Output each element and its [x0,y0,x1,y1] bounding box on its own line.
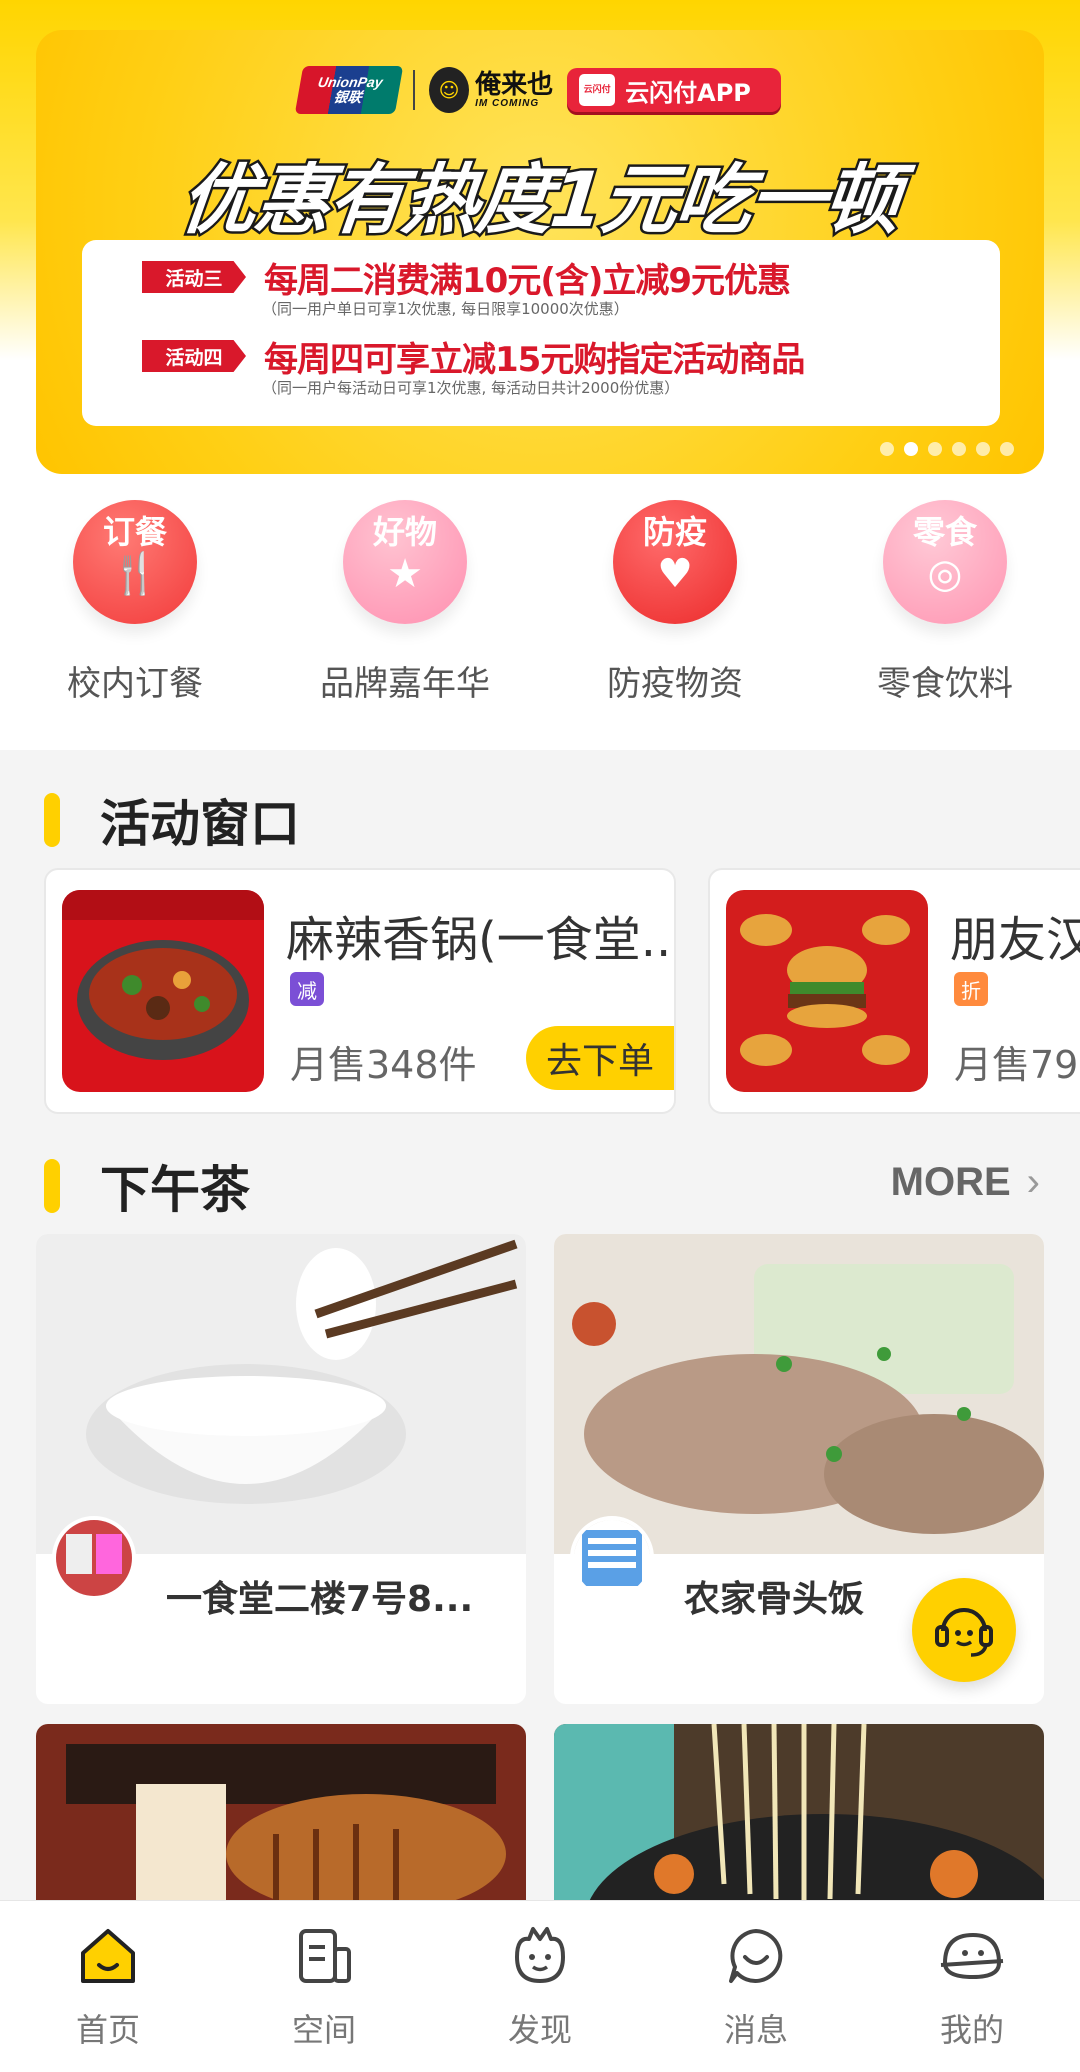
shop-name: 农家骨头饭 [684,1579,865,1620]
monthly-sales: 月售794 [954,1043,1080,1087]
shop-cover-image [36,1234,526,1554]
shop-cover-image [554,1234,1044,1554]
imcoming-logo-cn: 俺来也 [475,69,554,100]
shop-card[interactable] [554,1724,1044,1924]
offer-tag: 活动四 [142,340,246,372]
profile-icon [940,1932,1004,1980]
tab-label: 空间 [291,2011,356,2049]
category-label: 防疫物资 [607,664,743,704]
logo-divider [413,70,416,110]
discount-badge: 减 [290,972,324,1006]
category-icon-text: 好物 [372,513,437,551]
shop-image [726,890,928,1092]
star-icon: 好物 ★ [343,500,467,624]
tab-label: 我的 [939,2011,1004,2049]
shop-name: 麻辣香锅(一食堂... [286,912,676,968]
offer-text: 每周四可享立减15元购指定活动商品 [264,339,805,380]
heart-icon: 防疫 ♥ [613,500,737,624]
tab-label: 发现 [507,2011,572,2049]
offer-tag: 活动三 [142,261,246,293]
discount-badge: 折 [954,972,988,1006]
ysf-app-label: 云闪付APP [625,78,751,107]
monthly-sales: 月售348件 [290,1043,477,1087]
carousel-dot[interactable] [880,442,894,456]
category-icon-text: 订餐 [102,513,167,551]
chevron-right-icon: › [1026,1160,1040,1204]
unionpay-logo-cn: 银联 [332,89,364,105]
cutlery-icon: 订餐 🍴 [73,500,197,624]
imcoming-logo: ☺ 俺来也 IM COMING [429,67,553,113]
offer-text: 每周二消费满10元(含)立减9元优惠 [264,260,791,301]
ysf-mini-icon: 云闪付 [579,74,616,106]
shop-card[interactable]: 一食堂二楼7号8... [36,1234,526,1704]
section-title: 活动窗口 [100,795,300,853]
order-button[interactable]: 去下单 [526,1026,674,1090]
unionpay-logo-en: UnionPay [316,73,385,90]
shop-card[interactable] [36,1724,526,1924]
headset-icon [935,1608,993,1657]
banner-headline: 优惠有热度1元吃一顿 [174,153,905,247]
tab-label: 消息 [723,2011,788,2049]
shop-cover-image [554,1724,1044,1924]
message-icon [729,1929,783,1983]
category-snacks-drinks[interactable]: 零食 ◎ 零食饮料 [810,500,1080,750]
activity-carousel[interactable]: 麻辣香锅(一食堂... 减 月售348件 去下单 朋友汉 折 月售79 [44,868,1080,1114]
activity-section-header: 活动窗口 [44,790,300,853]
tea-section-header: 下午茶 [44,1156,250,1219]
tab-profile[interactable]: 我的 [864,1901,1080,2072]
app-screen: UnionPay 银联 ☺ 俺来也 IM COMING 云闪付 云闪付APP 优… [0,0,1080,2072]
category-icon-text: 防疫 [642,513,707,551]
category-label: 品牌嘉年华 [320,664,490,704]
offer-row: 活动三 每周二消费满10元(含)立减9元优惠 [142,258,1000,301]
more-link[interactable]: MORE › [891,1160,1040,1205]
shop-image [62,890,264,1092]
tab-discover[interactable]: 发现 [432,1901,648,2072]
donut-icon: 零食 ◎ [883,500,1007,624]
category-brand-carnival[interactable]: 好物 ★ 品牌嘉年华 [270,500,540,750]
section-title: 下午茶 [100,1161,250,1219]
more-label: MORE [890,1160,1011,1204]
promo-banner[interactable]: UnionPay 银联 ☺ 俺来也 IM COMING 云闪付 云闪付APP 优… [36,30,1044,474]
category-label: 零食饮料 [877,664,1013,704]
bottom-tab-bar: 首页 空间 发现 消息 我的 [0,1900,1080,2072]
carousel-dot[interactable] [904,442,918,456]
category-icon-text: 零食 [912,513,977,551]
customer-service-button[interactable] [912,1578,1016,1682]
banner-logos: UnionPay 银联 ☺ 俺来也 IM COMING 云闪付 云闪付APP [36,60,1044,120]
offer-note: （同一用户每活动日可享1次优惠, 每活动日共计2000份优惠） [262,379,680,397]
carousel-dot[interactable] [928,442,942,456]
discover-icon [515,1927,565,1983]
offer-row: 活动四 每周四可享立减15元购指定活动商品 [142,337,1000,380]
tab-messages[interactable]: 消息 [648,1901,864,2072]
shop-cover-image [36,1724,526,1924]
tab-label: 首页 [75,2011,140,2049]
home-icon [81,1929,135,1983]
activity-card[interactable]: 朋友汉 折 月售794 [708,868,1080,1114]
tab-home[interactable]: 首页 [0,1901,216,2072]
carousel-dot[interactable] [976,442,990,456]
unionpay-logo: UnionPay 银联 [294,66,404,114]
category-epidemic-supplies[interactable]: 防疫 ♥ 防疫物资 [540,500,810,750]
carousel-dot[interactable] [952,442,966,456]
tab-space[interactable]: 空间 [216,1901,432,2072]
space-icon [299,1929,351,1983]
offer-box: 活动三 每周二消费满10元(含)立减9元优惠 （同一用户单日可享1次优惠, 每日… [82,240,1000,426]
section-accent-bar [44,1159,60,1213]
activity-card[interactable]: 麻辣香锅(一食堂... 减 月售348件 去下单 [44,868,676,1114]
category-campus-dining[interactable]: 订餐 🍴 校内订餐 [0,500,270,750]
carousel-dot[interactable] [1000,442,1014,456]
shop-name: 一食堂二楼7号8... [166,1579,474,1620]
ysf-app-logo: 云闪付 云闪付APP [567,68,781,112]
category-label: 校内订餐 [67,664,203,704]
section-accent-bar [44,793,60,847]
mascot-icon: ☺ [429,67,470,113]
category-grid: 订餐 🍴 校内订餐 好物 ★ 品牌嘉年华 防疫 ♥ 防疫物资 零食 ◎ 零食饮料 [0,500,1080,750]
shop-name: 朋友汉 [950,912,1080,968]
shop-avatar [52,1516,136,1600]
shop-avatar [570,1516,654,1600]
carousel-indicator[interactable] [880,442,1014,456]
